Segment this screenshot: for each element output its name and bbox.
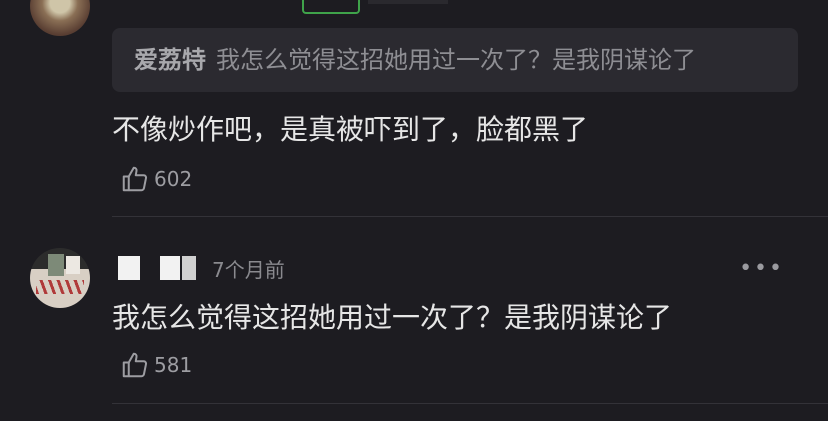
divider [112,216,828,217]
quoted-text: 我怎么觉得这招她用过一次了？是我阴谋论了 [216,46,696,74]
comment-text: 我怎么觉得这招她用过一次了？是我阴谋论了 [112,301,673,334]
like-button[interactable]: 581 [120,350,192,380]
username-redacted[interactable] [160,256,180,280]
username-redacted[interactable] [182,256,196,280]
comment-text: 不像炒作吧，是真被吓到了，脸都黑了 [112,113,589,146]
thumbs-up-icon [122,166,148,192]
username-redacted[interactable] [118,256,140,280]
user-badge [302,0,360,14]
timestamp-fragment [368,0,448,4]
avatar[interactable] [30,0,90,36]
like-button[interactable]: 602 [120,164,192,194]
like-count: 581 [154,353,193,377]
quoted-reply[interactable]: 爱荔特 我怎么觉得这招她用过一次了？是我阴谋论了 [112,28,798,92]
like-count: 602 [154,167,193,191]
divider [112,403,828,404]
avatar[interactable] [30,248,90,308]
comment-time: 7个月前 [212,258,285,282]
more-options-icon[interactable]: ••• [739,256,784,281]
quoted-username[interactable]: 爱荔特 [134,46,206,74]
thumbs-up-icon [122,352,148,378]
